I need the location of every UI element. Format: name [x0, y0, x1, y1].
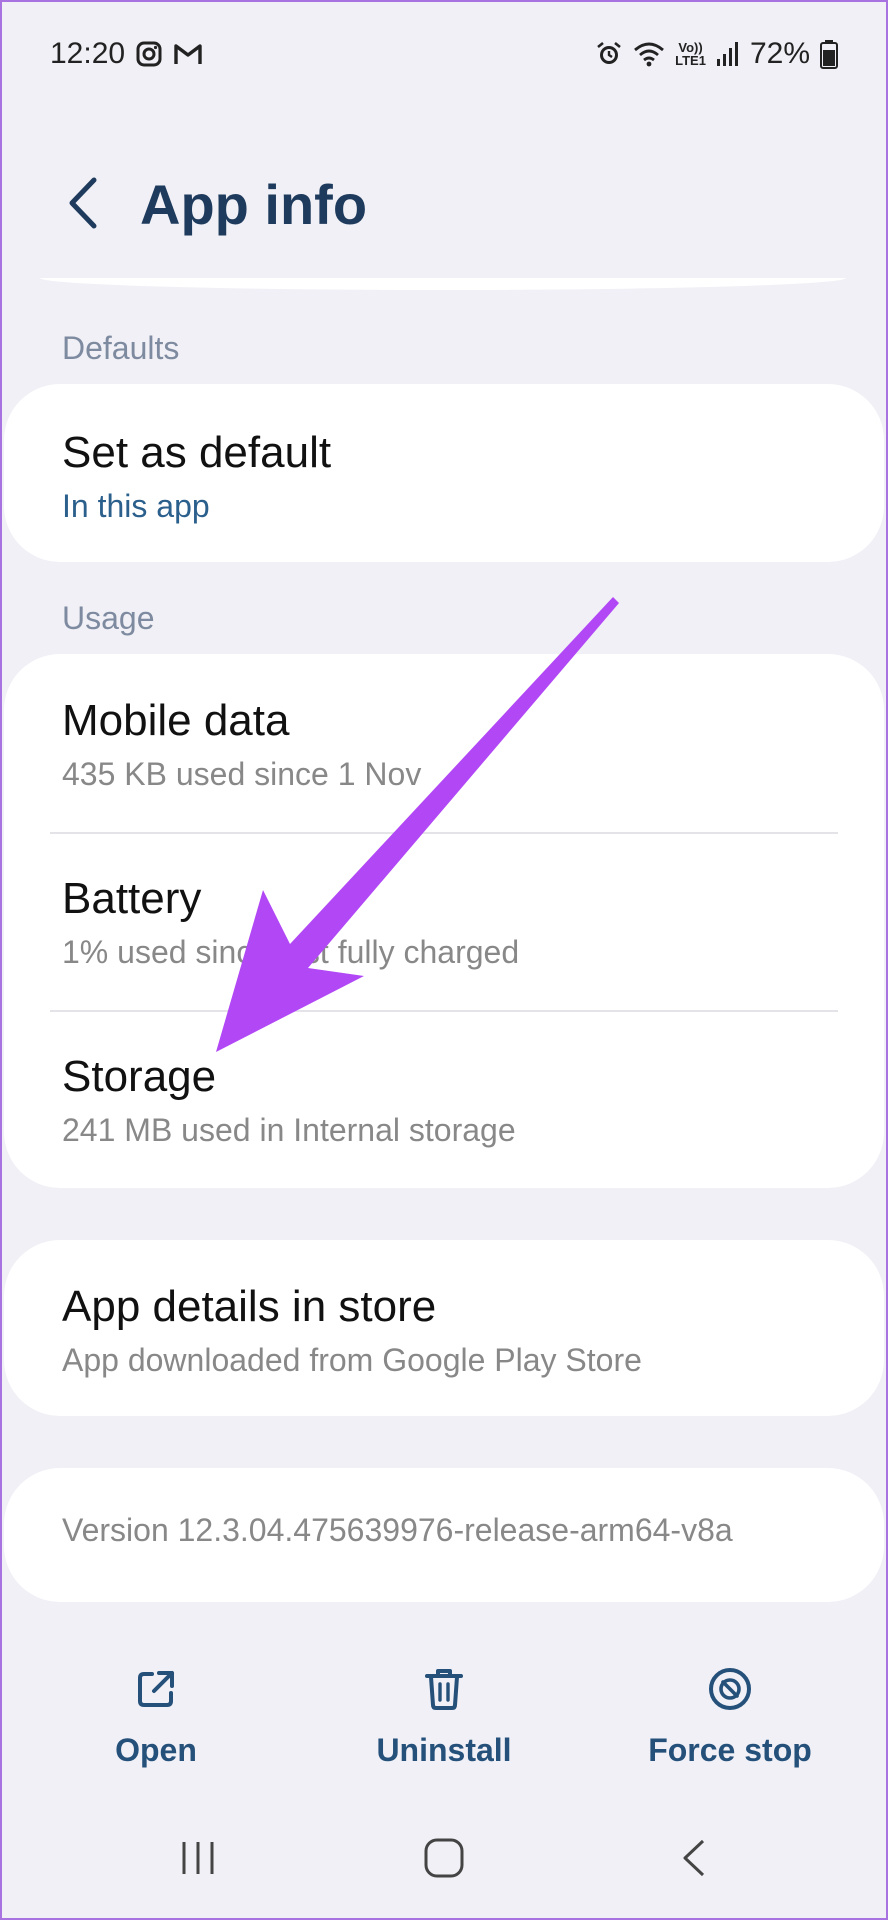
set-as-default-subtitle: In this app [62, 488, 210, 524]
mobile-data-subtitle: 435 KB used since 1 Nov [62, 756, 422, 792]
stop-icon [706, 1665, 754, 1718]
gmail-icon [173, 41, 203, 67]
defaults-card: Set as default In this app [4, 384, 884, 562]
system-nav-bar [0, 1830, 888, 1890]
version-text: Version 12.3.04.475639976-release-arm64-… [62, 1512, 733, 1548]
version-row: Version 12.3.04.475639976-release-arm64-… [4, 1512, 884, 1549]
storage-subtitle: 241 MB used in Internal storage [62, 1112, 516, 1148]
bottom-action-bar: Open Uninstall Force stop [0, 1665, 888, 1785]
app-details-title: App details in store [62, 1282, 437, 1331]
trash-icon [420, 1665, 468, 1718]
back-icon [679, 1837, 709, 1884]
store-card: App details in store App downloaded from… [4, 1240, 884, 1416]
battery-subtitle: 1% used since last fully charged [62, 934, 520, 970]
set-as-default-item[interactable]: Set as default In this app [4, 426, 884, 526]
open-external-icon [132, 1665, 180, 1718]
recents-icon [178, 1838, 218, 1883]
scroll-edge-card [40, 278, 846, 290]
recents-button[interactable] [158, 1830, 238, 1890]
open-label: Open [115, 1732, 197, 1768]
wifi-icon [633, 40, 665, 68]
volte-label-bottom: LTE1 [675, 53, 706, 68]
force-stop-label: Force stop [648, 1732, 812, 1768]
open-button[interactable]: Open [46, 1665, 266, 1769]
status-time: 12:20 [50, 37, 126, 70]
divider [50, 1010, 838, 1012]
storage-title: Storage [62, 1052, 217, 1101]
storage-item[interactable]: Storage 241 MB used in Internal storage [4, 1050, 884, 1150]
battery-item[interactable]: Battery 1% used since last fully charged [4, 872, 884, 972]
instagram-icon [135, 40, 163, 68]
home-button[interactable] [404, 1830, 484, 1890]
section-label-defaults: Defaults [62, 330, 180, 366]
battery-icon [820, 39, 838, 69]
usage-card: Mobile data 435 KB used since 1 Nov Batt… [4, 654, 884, 1188]
page-title: App info [140, 173, 368, 236]
app-details-in-store-item[interactable]: App details in store App downloaded from… [4, 1280, 884, 1380]
divider [50, 832, 838, 834]
version-card: Version 12.3.04.475639976-release-arm64-… [4, 1468, 884, 1602]
app-bar: App info [0, 160, 888, 250]
force-stop-button[interactable]: Force stop [620, 1665, 840, 1769]
battery-title: Battery [62, 874, 202, 923]
status-right: Vo)) LTE1 72% [595, 37, 838, 71]
status-bar: 12:20 Vo)) LTE1 72% [50, 30, 838, 78]
battery-percent: 72% [749, 37, 810, 70]
mobile-data-item[interactable]: Mobile data 435 KB used since 1 Nov [4, 694, 884, 794]
uninstall-label: Uninstall [376, 1732, 512, 1768]
section-label-usage: Usage [62, 600, 155, 636]
nav-back-button[interactable] [654, 1830, 734, 1890]
uninstall-button[interactable]: Uninstall [334, 1665, 554, 1769]
signal-icon [716, 41, 740, 67]
set-as-default-title: Set as default [62, 428, 332, 477]
alarm-icon [595, 40, 623, 68]
status-left: 12:20 [50, 37, 203, 71]
chevron-left-icon [66, 176, 100, 235]
volte-icon: Vo)) LTE1 [675, 41, 706, 67]
back-button[interactable] [48, 170, 118, 240]
home-icon [423, 1837, 465, 1884]
app-details-subtitle: App downloaded from Google Play Store [62, 1342, 642, 1378]
mobile-data-title: Mobile data [62, 696, 290, 745]
